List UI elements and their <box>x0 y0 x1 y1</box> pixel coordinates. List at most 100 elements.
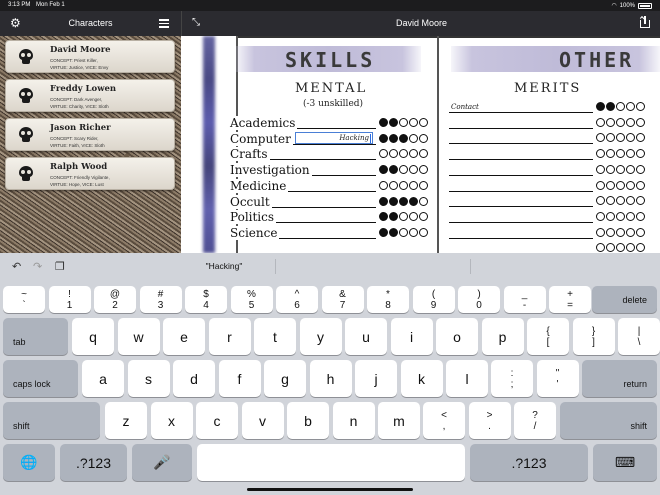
letter-key[interactable]: t <box>254 318 296 355</box>
caps-lock-key[interactable]: caps lock <box>3 360 78 397</box>
letter-key[interactable]: h <box>309 360 352 397</box>
dot-rating[interactable] <box>596 227 645 237</box>
symbol-key[interactable]: }] <box>572 318 615 355</box>
letter-key[interactable]: u <box>345 318 387 355</box>
symbol-key[interactable]: & 7 <box>321 286 364 313</box>
letter-key[interactable]: c <box>196 402 238 439</box>
merit-row[interactable] <box>449 226 645 241</box>
merit-row[interactable] <box>449 210 645 225</box>
numbers-key-right[interactable]: .?123 <box>470 444 588 481</box>
symbol-key[interactable]: _ - <box>503 286 546 313</box>
character-card[interactable]: Ralph Wood CONCEPT: Friendly Vigilante, VI… <box>5 157 175 190</box>
skill-row-occult: Occult <box>230 194 428 210</box>
merit-row[interactable] <box>449 194 645 209</box>
dot-rating[interactable] <box>596 211 645 221</box>
letter-key[interactable]: q <box>72 318 114 355</box>
space-bar[interactable] <box>197 444 465 481</box>
letter-key[interactable]: f <box>218 360 261 397</box>
symbol-key[interactable]: " ' <box>536 360 579 397</box>
symbol-key[interactable]: | \ <box>618 318 660 355</box>
merit-row[interactable] <box>449 241 645 253</box>
symbol-key[interactable]: <, <box>423 402 465 439</box>
letter-key[interactable]: p <box>481 318 524 355</box>
dot-rating[interactable] <box>596 180 645 190</box>
dictation-key[interactable]: 🎤 <box>132 444 192 481</box>
symbol-key[interactable]: $4 <box>185 286 227 313</box>
letter-key[interactable]: z <box>105 402 147 439</box>
dot-rating[interactable] <box>596 196 645 206</box>
specialty-input[interactable]: Hacking <box>295 131 373 144</box>
letter-key[interactable]: y <box>299 318 342 355</box>
hide-keyboard-key[interactable]: ⌨ <box>593 444 657 481</box>
delete-key[interactable]: delete <box>592 286 657 313</box>
numbers-key-left[interactable]: .?123 <box>60 444 127 481</box>
return-key[interactable]: return <box>582 360 657 397</box>
letter-key[interactable]: r <box>208 318 251 355</box>
dot-rating[interactable] <box>596 149 645 159</box>
dot-rating[interactable] <box>596 164 645 174</box>
dot-rating[interactable] <box>379 227 428 237</box>
symbol-key[interactable]: ! 1 <box>48 286 91 313</box>
letter-key[interactable]: e <box>163 318 205 355</box>
symbol-key[interactable]: % 5 <box>230 286 273 313</box>
dot-rating[interactable] <box>596 243 645 253</box>
character-card[interactable]: David Moore CONCEPT: Priest Killer, VIRTUE… <box>5 40 175 73</box>
letter-key[interactable]: d <box>173 360 215 397</box>
dot-rating[interactable] <box>379 149 428 159</box>
empty-dot <box>636 227 645 237</box>
dot-rating[interactable] <box>379 180 428 190</box>
merit-row[interactable]: Contact <box>449 100 645 115</box>
symbol-key[interactable]: #3 <box>139 286 182 313</box>
menu-icon[interactable] <box>159 19 169 28</box>
letter-key[interactable]: v <box>241 402 284 439</box>
letter-key[interactable]: j <box>355 360 397 397</box>
dot-rating[interactable] <box>596 102 645 111</box>
merit-row[interactable] <box>449 163 645 178</box>
character-card[interactable]: Freddy Lowen CONCEPT: Dark Avenger, VIRTUE… <box>5 79 175 112</box>
letter-key[interactable]: w <box>117 318 160 355</box>
suggestion-word[interactable]: "Hacking" <box>180 261 268 271</box>
dot-rating[interactable] <box>379 165 428 175</box>
letter-key[interactable]: g <box>264 360 306 397</box>
symbol-key[interactable]: >. <box>468 402 511 439</box>
letter-key[interactable]: o <box>436 318 478 355</box>
symbol-key[interactable]: ^ 6 <box>276 286 318 313</box>
symbol-key[interactable]: * 8 <box>367 286 409 313</box>
letter-key[interactable]: b <box>287 402 329 439</box>
letter-key[interactable]: x <box>150 402 193 439</box>
dot-rating[interactable] <box>379 196 428 206</box>
letter-key[interactable]: n <box>332 402 375 439</box>
dot-rating[interactable] <box>596 117 645 127</box>
share-icon[interactable] <box>639 16 650 28</box>
symbol-key[interactable]: :; <box>491 360 533 397</box>
shift-key-right[interactable]: shift <box>560 402 657 439</box>
dot-rating[interactable] <box>379 133 428 143</box>
letter-key[interactable]: s <box>127 360 170 397</box>
letter-key[interactable]: l <box>446 360 488 397</box>
letter-key[interactable]: m <box>378 402 420 439</box>
symbol-key[interactable]: + = <box>549 286 591 313</box>
merit-row[interactable] <box>449 116 645 131</box>
symbol-key[interactable]: {[ <box>527 318 569 355</box>
symbol-key[interactable]: ~ ` <box>3 286 45 313</box>
merit-row[interactable] <box>449 179 645 194</box>
symbol-key[interactable]: ) 0 <box>458 286 500 313</box>
letter-key[interactable]: i <box>390 318 433 355</box>
merit-row[interactable] <box>449 131 645 146</box>
undo-icon[interactable]: ↶ <box>12 260 21 273</box>
paste-icon[interactable]: ❐ <box>55 260 65 273</box>
symbol-key[interactable]: @2 <box>94 286 136 313</box>
dot-rating[interactable] <box>379 212 428 222</box>
globe-key[interactable]: 🌐 <box>3 444 55 481</box>
merit-row[interactable] <box>449 147 645 162</box>
letter-key[interactable]: a <box>82 360 124 397</box>
tab-key[interactable]: tab <box>3 318 68 355</box>
letter-key[interactable]: k <box>400 360 443 397</box>
dot-rating[interactable] <box>379 118 428 127</box>
symbol-key[interactable]: (9 <box>412 286 455 313</box>
symbol-key[interactable]: ? / <box>514 402 556 439</box>
shift-key-left[interactable]: shift <box>3 402 100 439</box>
character-card[interactable]: Jason Richer CONCEPT: Scary Rider, VIRTUE:… <box>5 118 175 151</box>
dot-rating[interactable] <box>596 133 645 143</box>
redo-icon[interactable]: ↷ <box>33 260 42 273</box>
